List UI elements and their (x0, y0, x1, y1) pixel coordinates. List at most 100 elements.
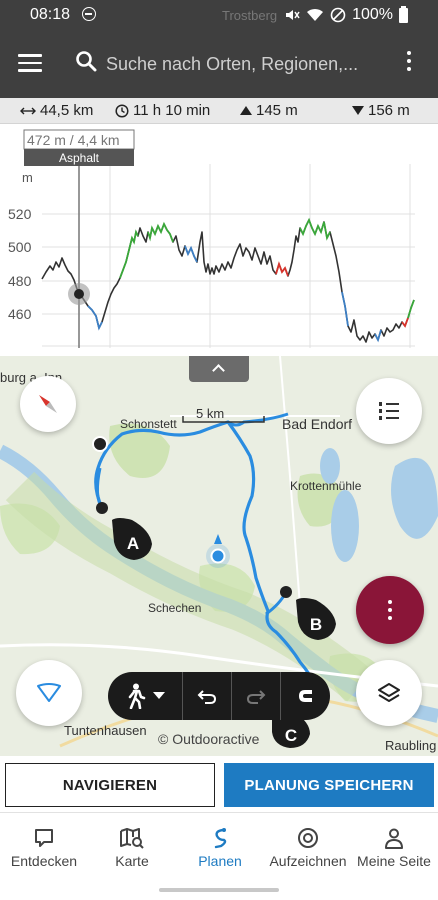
mute-icon (286, 10, 300, 20)
route-stats-bar: 44,5 km 11 h 10 min 145 m 156 m (0, 98, 438, 124)
map-label-raubling: Raubling (385, 738, 437, 753)
nav-item-meine-seite[interactable]: Meine Seite (350, 813, 438, 883)
distance-icon (20, 107, 36, 114)
wifi-icon (307, 8, 324, 21)
location-heading-icon (214, 534, 222, 544)
elevation-tick-480: 480 (8, 273, 32, 289)
elevation-tick-460: 460 (8, 306, 32, 322)
route-list-button[interactable] (356, 378, 422, 444)
list-numbered-icon (379, 402, 399, 420)
route-plan-icon (214, 828, 227, 849)
descent-arrow-icon (352, 106, 364, 115)
hiker-icon (128, 683, 146, 709)
more-options-fab[interactable] (356, 576, 424, 644)
waypoint-a-label: A (127, 534, 139, 553)
map-label-schonstett: Schonstett (120, 417, 177, 431)
status-icons: 100% (284, 5, 408, 24)
chevron-down-icon (153, 692, 165, 699)
nav-label-aufzeichnen: Aufzeichnen (269, 853, 347, 869)
elevation-segment-other (401, 317, 409, 328)
current-location-dot (210, 548, 226, 564)
battery-percent: 100% (352, 6, 393, 23)
stat-descent-value: 156 m (368, 102, 410, 119)
stat-ascent-value: 145 m (256, 102, 298, 119)
cursor-surface-label: Asphalt (59, 151, 100, 165)
view-cone-icon (37, 683, 61, 702)
map-scale-label: 5 km (196, 406, 225, 421)
map-label-schechen: Schechen (148, 601, 202, 615)
elevation-profile[interactable]: m 520 500 480 460 472 m / 4,4 km Asphalt (0, 124, 438, 356)
elevation-segment-path (119, 229, 139, 279)
status-time: 08:18 (30, 6, 71, 23)
snap-to-path-button[interactable] (280, 672, 330, 720)
nav-label-karte: Karte (115, 853, 149, 869)
map-layers-button[interactable] (356, 660, 422, 726)
search-icon[interactable] (75, 50, 97, 72)
stat-descent: 156 m (352, 102, 410, 119)
block-icon (330, 7, 346, 23)
elevation-tick-500: 500 (8, 239, 32, 255)
map-lake (331, 490, 359, 562)
undo-icon (197, 690, 217, 704)
dnd-icon (82, 7, 96, 21)
route-point-b[interactable] (280, 586, 292, 598)
app-screen: 08:18 Trostberg 100% 44,5 km 11 h 10 min (0, 0, 438, 900)
nav-item-entdecken[interactable]: Entdecken (0, 813, 88, 883)
waypoint-b-label: B (310, 615, 322, 634)
record-icon (298, 828, 318, 848)
hamburger-menu-icon[interactable] (18, 54, 42, 72)
undo-button[interactable] (182, 672, 231, 720)
magnet-icon (298, 690, 312, 702)
route-start-marker[interactable] (92, 436, 108, 452)
map-view[interactable]: A B C 5 km Schonstett Bad Endorf Krotten… (0, 356, 438, 756)
nav-label-meine-seite: Meine Seite (357, 853, 431, 869)
navigate-button[interactable]: NAVIGIEREN (5, 763, 215, 807)
route-point-a[interactable] (96, 502, 108, 514)
speech-bubble-icon (35, 829, 53, 847)
top-app-bar (0, 30, 438, 98)
route-edit-toolbar (108, 672, 330, 720)
nav-item-karte[interactable]: Karte (88, 813, 176, 883)
elevation-segment-road (184, 245, 198, 263)
elevation-segment-road (374, 329, 382, 343)
nav-item-planen[interactable]: Planen (176, 813, 264, 883)
map-copyright: © Outdooractive (158, 731, 260, 747)
waypoint-c-label: C (285, 726, 297, 745)
clock-icon (115, 103, 129, 118)
redo-button[interactable] (231, 672, 280, 720)
elevation-segment-path (407, 299, 415, 319)
nav-label-planen: Planen (198, 853, 242, 869)
elevation-segment-road (341, 291, 349, 327)
stat-distance: 44,5 km (20, 102, 93, 119)
stat-duration-value: 11 h 10 min (133, 102, 211, 119)
map-label-krottenmuhle: Krottenmühle (290, 479, 362, 493)
save-plan-button[interactable]: PLANUNG SPEICHERN (224, 763, 434, 807)
field-of-view-button[interactable] (16, 660, 82, 726)
compass-button[interactable] (20, 376, 76, 432)
cursor-readout: 472 m / 4,4 km (27, 132, 120, 148)
layers-icon (378, 683, 400, 702)
search-input[interactable] (106, 50, 376, 78)
overflow-menu-icon[interactable] (402, 51, 416, 75)
map-label-tuntenhausen: Tuntenhausen (64, 723, 147, 738)
elevation-tick-520: 520 (8, 206, 32, 222)
activity-type-selector[interactable] (108, 672, 182, 720)
elevation-segment-path (299, 217, 331, 241)
bottom-navigation: Entdecken Karte Planen Aufzeichnen Meine… (0, 812, 438, 882)
status-bar: 08:18 Trostberg 100% (0, 0, 438, 30)
compass-icon (39, 395, 57, 413)
home-indicator[interactable] (159, 888, 279, 892)
stat-duration: 11 h 10 min (115, 102, 210, 119)
redo-icon (246, 690, 266, 704)
elevation-cursor-dot (74, 289, 84, 299)
person-icon (385, 828, 403, 849)
map-lake (391, 457, 438, 539)
collapse-profile-button[interactable] (189, 356, 249, 382)
status-place-behind: Trostberg (222, 8, 278, 23)
ascent-arrow-icon (240, 106, 252, 115)
stat-ascent: 145 m (240, 102, 298, 119)
nav-item-aufzeichnen[interactable]: Aufzeichnen (264, 813, 352, 883)
map-search-icon (120, 828, 144, 849)
map-label-bad-endorf: Bad Endorf (282, 416, 353, 432)
elevation-unit: m (22, 170, 33, 185)
